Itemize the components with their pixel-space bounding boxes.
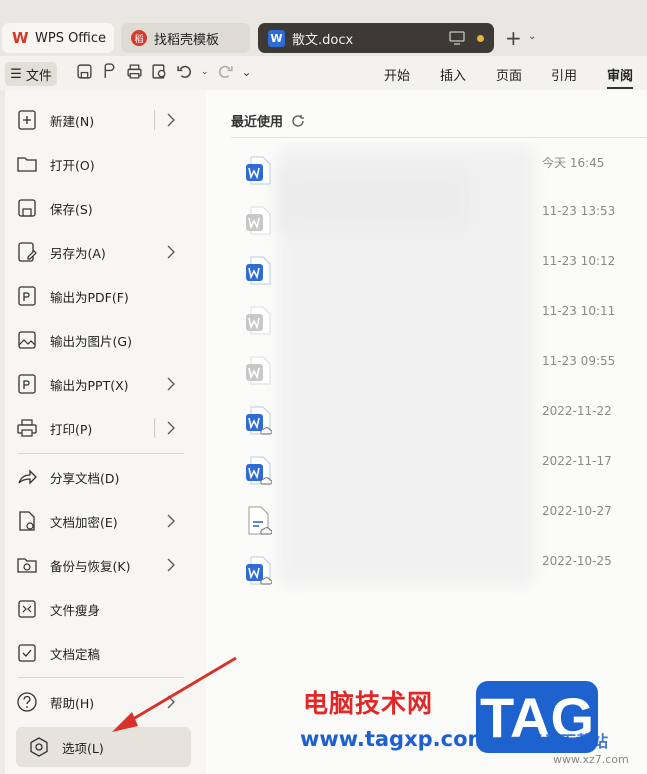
watermark-cn-text: 电脑技术网 [303, 689, 434, 718]
watermark-url-text: www.tagxp.com [300, 727, 490, 751]
watermark-site-text: 极光下载站 [528, 732, 609, 751]
watermark-site-url: www.xz7.com [553, 753, 629, 766]
annotation-arrow [112, 656, 237, 732]
